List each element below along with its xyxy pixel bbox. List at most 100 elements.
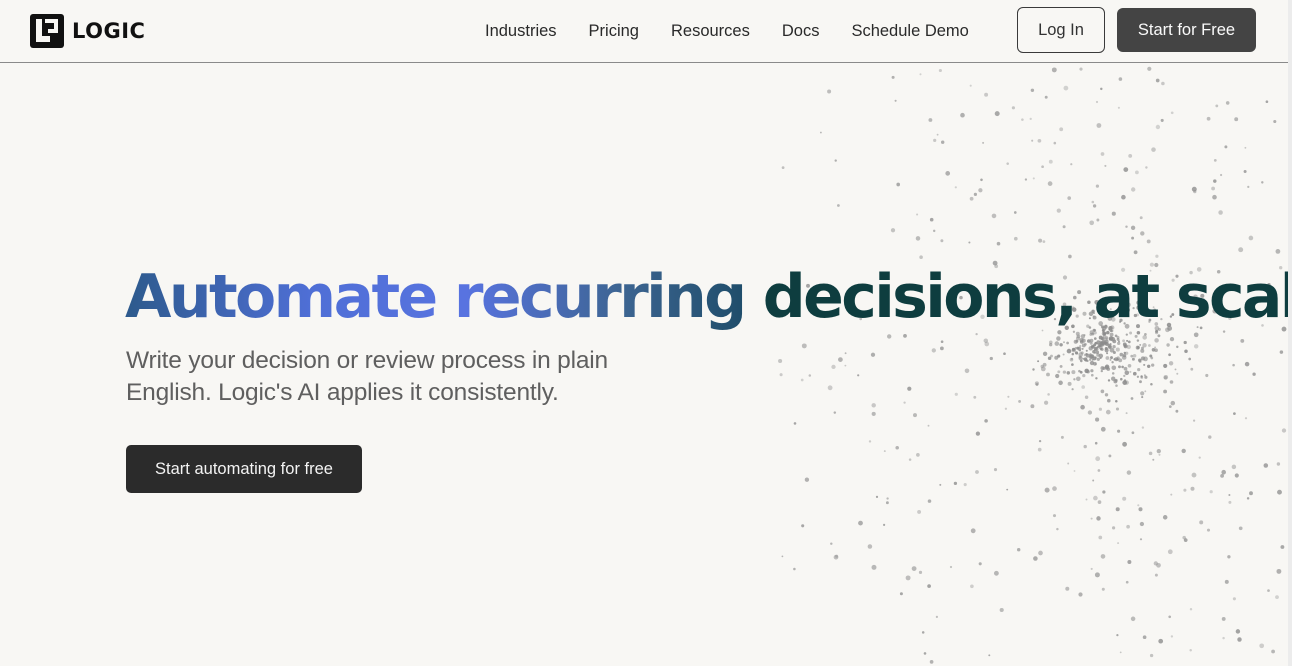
particle-dot — [916, 213, 919, 216]
particle-dot — [844, 364, 847, 367]
nav-item-industries[interactable]: Industries — [469, 0, 573, 62]
particle-dot — [1106, 352, 1109, 355]
particle-dot — [1095, 456, 1101, 462]
particle-dot — [1111, 365, 1117, 371]
particle-dot — [941, 140, 945, 144]
particle-dot — [907, 386, 912, 391]
particle-dot — [1126, 524, 1130, 529]
particle-dot — [1044, 95, 1048, 99]
nav-item-resources[interactable]: Resources — [655, 0, 766, 62]
particle-dot — [834, 159, 837, 162]
particle-dot — [1086, 359, 1089, 363]
particle-dot — [1085, 349, 1088, 352]
particle-dot — [1140, 348, 1145, 353]
particle-dot — [1267, 589, 1270, 592]
particle-dot — [870, 352, 876, 357]
particle-dot — [1042, 240, 1046, 243]
particle-dot — [1176, 372, 1179, 375]
particle-dot — [1144, 390, 1147, 393]
particle-dot — [1118, 358, 1123, 363]
particle-dot — [1247, 185, 1250, 189]
particle-dot — [1115, 384, 1118, 387]
particle-dot — [1125, 225, 1128, 228]
particle-dot — [1139, 343, 1142, 346]
particle-dot — [1073, 339, 1078, 344]
particle-dot — [1085, 352, 1088, 356]
particle-dot — [1161, 81, 1165, 86]
hero-title-highlight: Automate recurring — [125, 262, 747, 332]
particle-dot — [1071, 370, 1076, 375]
particle-dot — [1238, 247, 1244, 253]
scrollbar[interactable] — [1288, 0, 1292, 666]
particle-dot — [1034, 381, 1039, 386]
particle-dot — [968, 241, 971, 244]
nav-item-docs[interactable]: Docs — [766, 0, 836, 62]
particle-dot — [1089, 338, 1094, 343]
particle-dot — [1130, 354, 1134, 358]
start-for-free-button[interactable]: Start for Free — [1117, 8, 1256, 52]
particle-dot — [1066, 341, 1069, 345]
particle-dot — [1079, 340, 1084, 344]
particle-dot — [1101, 340, 1106, 344]
particle-dot — [1075, 376, 1081, 382]
particle-dot — [1098, 407, 1102, 411]
particle-dot — [1127, 340, 1131, 344]
particle-dot — [883, 523, 886, 527]
particle-dot — [991, 213, 997, 219]
particle-dot — [1058, 380, 1063, 386]
particle-dot — [1047, 393, 1050, 396]
nav-item-schedule-demo[interactable]: Schedule Demo — [835, 0, 984, 62]
particle-dot — [1052, 514, 1057, 518]
particle-dot — [1056, 336, 1061, 341]
particle-dot — [1123, 351, 1126, 355]
particle-dot — [1043, 400, 1049, 405]
particle-dot — [1126, 339, 1129, 342]
particle-dot — [1224, 145, 1228, 149]
particle-dot — [1062, 370, 1067, 374]
logo-link[interactable]: LOGIC — [30, 14, 145, 48]
particle-dot — [1059, 127, 1064, 132]
particle-dot — [1208, 435, 1212, 439]
particle-dot — [1150, 356, 1154, 360]
particle-dot — [885, 501, 889, 505]
particle-dot — [1098, 335, 1103, 340]
particle-dot — [1092, 361, 1097, 366]
particle-dot — [1053, 141, 1057, 145]
particle-dot — [1221, 616, 1226, 621]
particle-dot — [1170, 400, 1176, 406]
particle-dot — [1176, 345, 1179, 349]
particle-dot — [960, 112, 965, 118]
particle-dot — [989, 356, 993, 361]
particle-dot — [921, 631, 925, 634]
particle-dot — [1154, 338, 1159, 343]
particle-dot — [1234, 473, 1239, 478]
particle-dot — [1102, 490, 1106, 494]
particle-dot — [1054, 341, 1060, 346]
particle-dot — [1133, 250, 1138, 255]
particle-dot — [1189, 648, 1192, 652]
particle-dot — [1059, 343, 1063, 347]
particle-dot — [833, 554, 839, 560]
particle-dot — [1175, 409, 1179, 413]
particle-dot — [1078, 352, 1084, 357]
particle-dot — [1100, 87, 1103, 91]
main-nav: Industries Pricing Resources Docs Schedu… — [469, 0, 985, 62]
particle-dot — [1243, 169, 1247, 174]
particle-dot — [793, 567, 796, 571]
particle-dot — [1149, 653, 1154, 658]
particle-dot — [1013, 211, 1017, 214]
particle-dot — [1190, 486, 1195, 491]
login-button[interactable]: Log In — [1017, 7, 1105, 53]
particle-dot — [963, 483, 967, 487]
particle-dot — [1050, 354, 1053, 358]
particle-dot — [1276, 568, 1282, 574]
start-automating-button[interactable]: Start automating for free — [126, 445, 362, 493]
particle-dot — [1055, 373, 1060, 379]
particle-dot — [1132, 371, 1137, 376]
nav-item-pricing[interactable]: Pricing — [573, 0, 655, 62]
particle-dot — [1041, 165, 1044, 169]
particle-dot — [1112, 526, 1116, 530]
particle-dot — [1193, 419, 1196, 422]
particle-dot — [1089, 220, 1095, 226]
particle-dot — [1122, 342, 1127, 347]
